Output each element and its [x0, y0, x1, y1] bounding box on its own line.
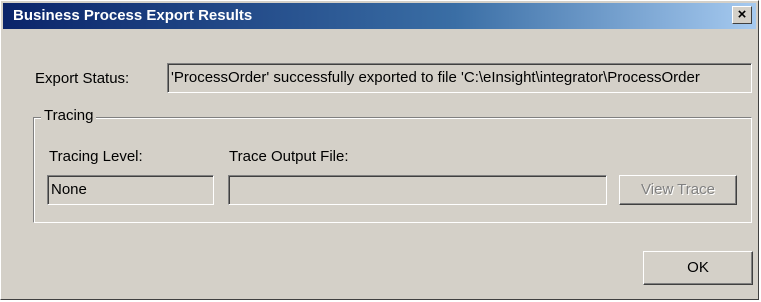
tracing-level-label: Tracing Level: [49, 148, 143, 165]
export-results-dialog: Business Process Export Results × Export… [0, 0, 759, 300]
title-bar[interactable]: Business Process Export Results × [3, 3, 756, 29]
export-status-label: Export Status: [35, 70, 130, 87]
ok-button[interactable]: OK [643, 251, 753, 285]
tracing-group-label: Tracing [41, 107, 97, 124]
export-status-field[interactable]: 'ProcessOrder' successfully exported to … [167, 63, 752, 93]
tracing-groupbox [33, 117, 752, 223]
trace-output-file-field[interactable] [228, 175, 607, 205]
window-title: Business Process Export Results [13, 7, 253, 24]
view-trace-button[interactable]: View Trace [619, 175, 737, 205]
trace-output-file-label: Trace Output File: [229, 148, 349, 165]
tracing-level-field[interactable]: None [47, 175, 214, 205]
close-button[interactable]: × [732, 6, 752, 24]
close-icon: × [737, 6, 747, 23]
